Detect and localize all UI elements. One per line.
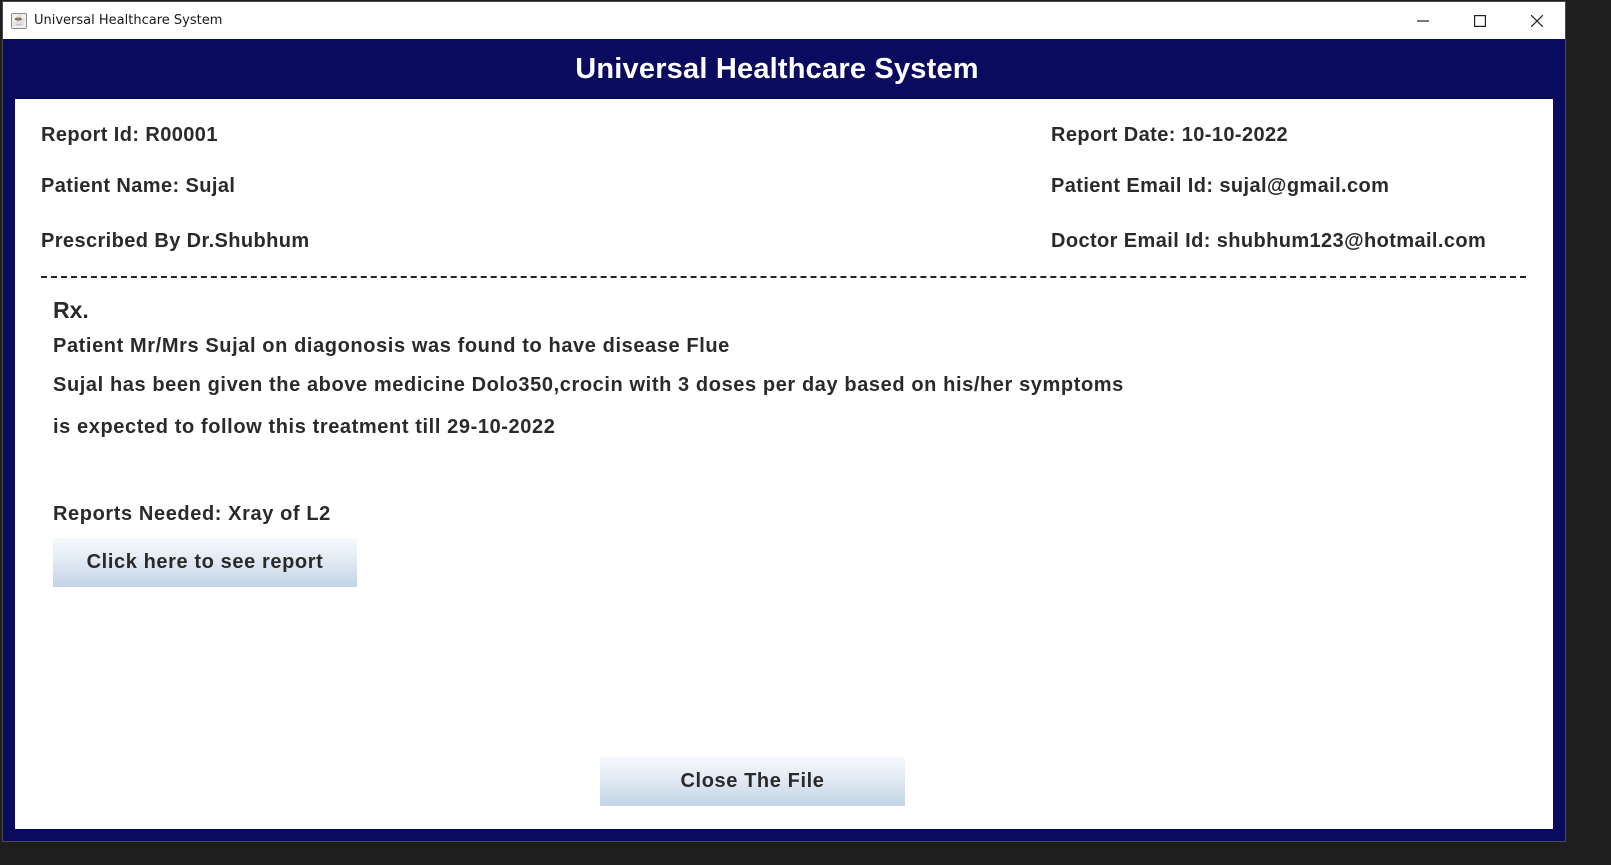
patient-email-label: Patient Email Id: sujal@gmail.com — [1051, 175, 1390, 197]
dashed-divider — [41, 276, 1526, 278]
maximize-icon[interactable] — [1451, 2, 1508, 39]
title-bar[interactable]: ☕ Universal Healthcare System — [3, 2, 1565, 39]
close-file-button[interactable]: Close The File — [600, 757, 905, 806]
report-panel: Report Id: R00001 Report Date: 10-10-202… — [15, 99, 1553, 829]
medicine-line: Sujal has been given the above medicine … — [53, 374, 1124, 396]
report-date-label: Report Date: 10-10-2022 — [1051, 124, 1289, 146]
doctor-email-label: Doctor Email Id: shubhum123@hotmail.com — [1051, 230, 1487, 252]
header-bar: Universal Healthcare System — [3, 39, 1565, 99]
java-cup-icon: ☕ — [11, 12, 27, 29]
app-window: ☕ Universal Healthcare System Universal … — [2, 1, 1566, 842]
rx-label: Rx. — [53, 297, 89, 323]
treatment-line: is expected to follow this treatment til… — [53, 416, 556, 438]
close-icon[interactable] — [1508, 2, 1565, 39]
prescribed-by-label: Prescribed By Dr.Shubhum — [41, 230, 310, 252]
window-title: Universal Healthcare System — [34, 13, 223, 28]
page-title: Universal Healthcare System — [575, 52, 979, 85]
diagnosis-line: Patient Mr/Mrs Sujal on diagonosis was f… — [53, 335, 730, 357]
report-id-label: Report Id: R00001 — [41, 124, 218, 146]
see-report-button[interactable]: Click here to see report — [53, 538, 357, 587]
window-controls — [1394, 2, 1565, 39]
reports-needed-label: Reports Needed: Xray of L2 — [53, 503, 331, 525]
minimize-icon[interactable] — [1394, 2, 1451, 39]
patient-name-label: Patient Name: Sujal — [41, 175, 236, 197]
